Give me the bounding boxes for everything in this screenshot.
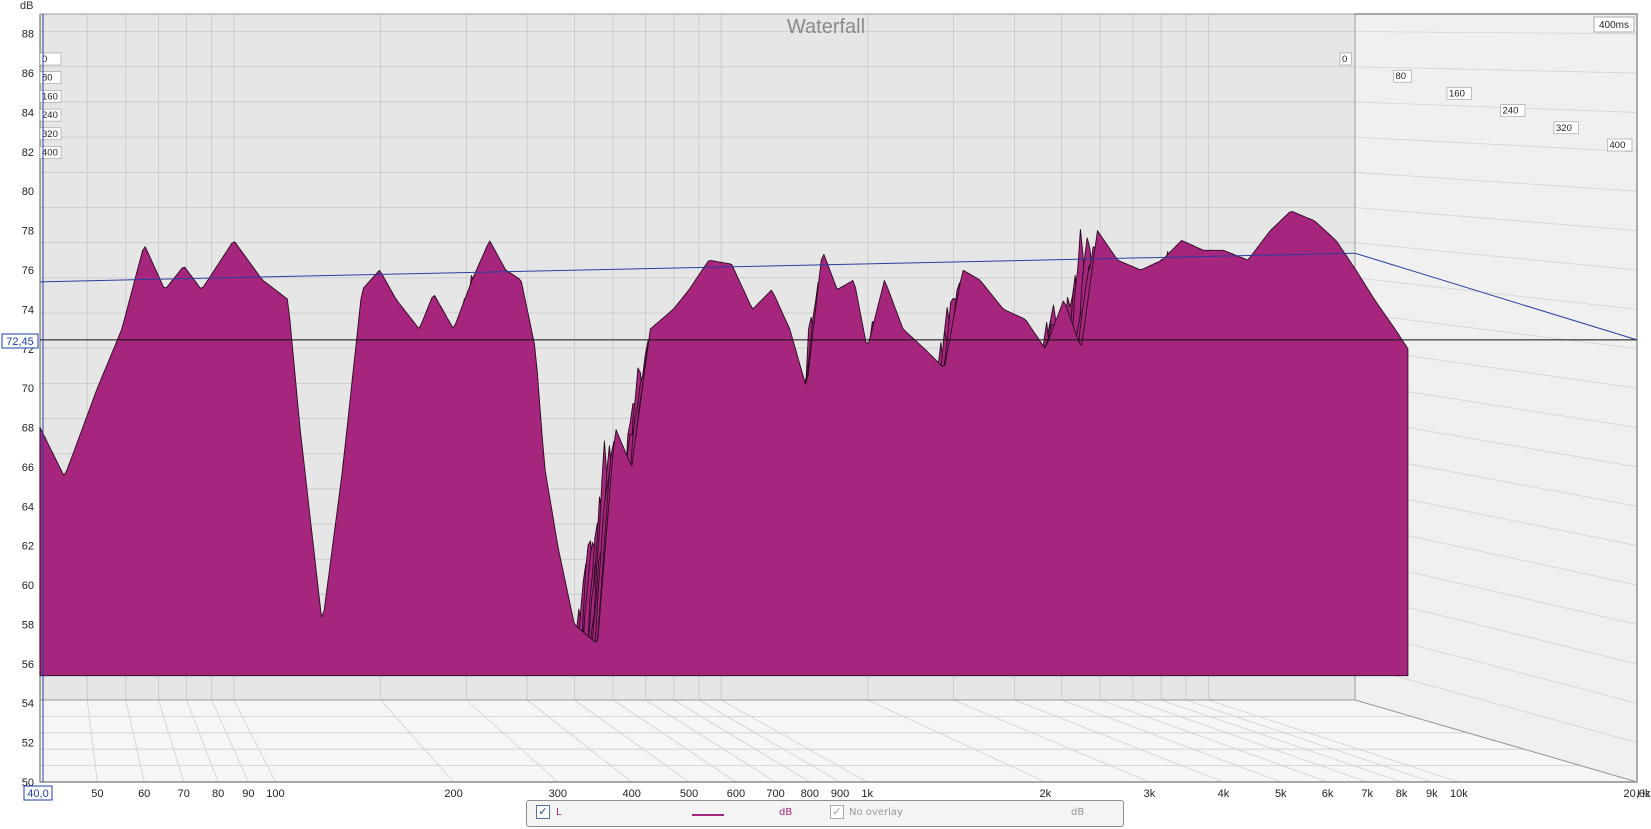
y-tick-label: 66 — [22, 462, 34, 474]
x-tick-label: 4k — [1218, 788, 1230, 800]
x-tick-label: 7k — [1361, 788, 1373, 800]
y-tick-label: 82 — [22, 147, 34, 159]
waterfall-chart[interactable]: 5052545658606264666870727476788082848688… — [0, 0, 1651, 829]
x-tick-label: 70 — [178, 788, 190, 800]
x-tick-label: 800 — [801, 788, 819, 800]
y-tick-label: 52 — [22, 738, 34, 750]
channel-l-line-swatch — [692, 814, 724, 816]
cursor-hz-box[interactable]: 40,0 — [23, 785, 53, 801]
time-label-right: 80 — [1396, 71, 1407, 82]
x-tick-label: 100 — [266, 788, 284, 800]
waterfall-slice — [39, 211, 1409, 677]
time-label-left: 320 — [42, 129, 58, 140]
x-tick-label: 1k — [861, 788, 873, 800]
y-tick-label: 74 — [22, 304, 34, 316]
x-axis-unit: Hz — [1637, 788, 1650, 800]
x-tick-label: 500 — [680, 788, 698, 800]
y-tick-label: 86 — [22, 68, 34, 80]
y-tick-label: 64 — [22, 501, 34, 513]
time-label-right: 0 — [1342, 54, 1347, 65]
x-tick-label: 10k — [1450, 788, 1468, 800]
time-label-right: 400 — [1610, 140, 1626, 151]
y-tick-label: 88 — [22, 29, 34, 41]
waterfall-surface — [39, 211, 1409, 677]
overlay-checkbox[interactable]: ✓ — [830, 805, 844, 819]
channel-l-unit: dB — [779, 807, 793, 818]
cursor-hz-value: 40,0 — [27, 788, 48, 800]
x-tick-label: 900 — [831, 788, 849, 800]
x-tick-label: 90 — [242, 788, 254, 800]
y-tick-label: 68 — [22, 423, 34, 435]
time-range-box[interactable]: 400ms — [1593, 16, 1635, 33]
chart-title: Waterfall — [787, 16, 865, 38]
x-tick-label: 5k — [1275, 788, 1287, 800]
time-label-right: 240 — [1503, 106, 1519, 117]
cursor-db-box[interactable]: 72,45 — [1, 333, 39, 349]
x-tick-label: 8k — [1396, 788, 1408, 800]
y-tick-label: 78 — [22, 226, 34, 238]
time-range-label: 400ms — [1599, 20, 1629, 31]
cursor-db-value: 72,45 — [6, 336, 34, 348]
time-label-left: 240 — [42, 110, 58, 121]
time-label-left: 400 — [42, 148, 58, 159]
x-tick-label: 600 — [727, 788, 745, 800]
y-tick-label: 60 — [22, 580, 34, 592]
x-tick-label: 50 — [91, 788, 103, 800]
y-tick-label: 70 — [22, 383, 34, 395]
x-tick-label: 9k — [1426, 788, 1438, 800]
x-tick-label: 400 — [623, 788, 641, 800]
time-label-left: 160 — [42, 91, 58, 102]
y-tick-label: 56 — [22, 659, 34, 671]
y-tick-label: 76 — [22, 265, 34, 277]
channel-l-label: L — [556, 807, 562, 818]
y-tick-label: 62 — [22, 541, 34, 553]
channel-l-checkbox[interactable]: ✓ — [536, 805, 550, 819]
x-tick-label: 700 — [766, 788, 784, 800]
overlay-label: No overlay — [849, 807, 903, 818]
time-label-left: 80 — [42, 73, 53, 84]
x-tick-label: 6k — [1322, 788, 1334, 800]
x-tick-label: 300 — [549, 788, 567, 800]
y-tick-label: 84 — [22, 107, 34, 119]
x-tick-label: 80 — [212, 788, 224, 800]
y-tick-label: 58 — [22, 619, 34, 631]
x-tick-label: 60 — [138, 788, 150, 800]
x-tick-label: 3k — [1144, 788, 1156, 800]
time-label-right: 320 — [1556, 123, 1572, 134]
y-tick-label: 80 — [22, 186, 34, 198]
legend-bar: ✓ L dB ✓ No overlay dB — [526, 800, 1124, 827]
x-tick-label: 2k — [1039, 788, 1051, 800]
y-axis-unit: dB — [20, 0, 33, 12]
time-label-right: 160 — [1449, 88, 1465, 99]
y-tick-label: 54 — [22, 698, 34, 710]
overlay-unit: dB — [1071, 807, 1085, 818]
x-tick-label: 200 — [444, 788, 462, 800]
